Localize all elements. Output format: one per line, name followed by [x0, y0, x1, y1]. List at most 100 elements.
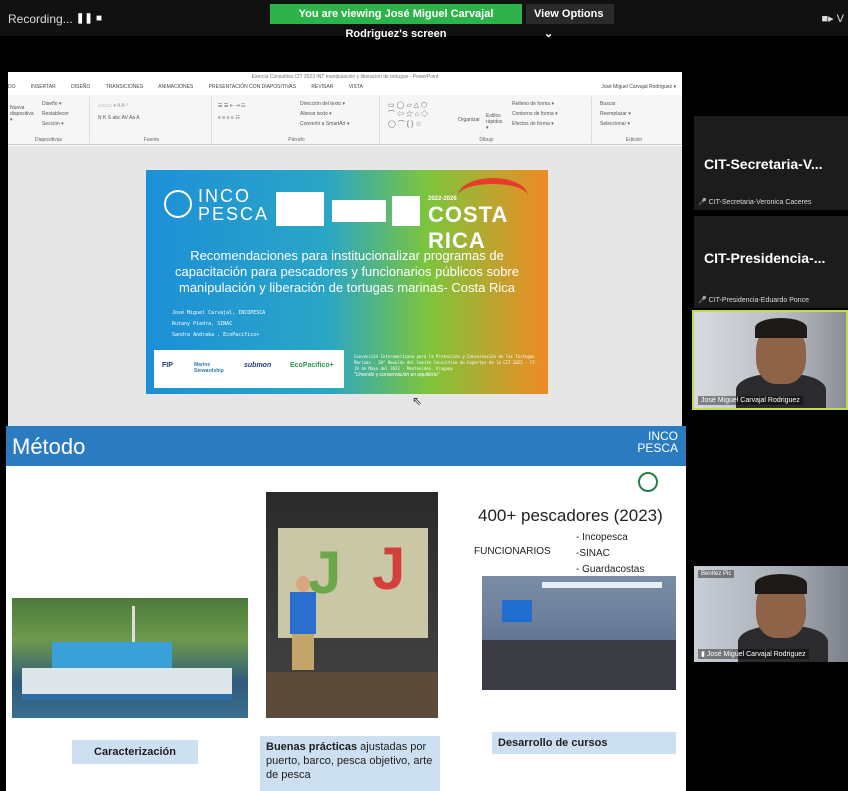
ppt-user[interactable]: José Miguel Carvajal Rodríguez ▾	[601, 84, 676, 90]
caracterizacion-label: Caracterización	[72, 740, 198, 764]
muted-mic-icon: 🎤	[698, 297, 707, 304]
slide-title: Recomendaciones para institucionalizar p…	[175, 248, 519, 295]
ribbon-tab[interactable]: TRANSICIONES	[106, 84, 144, 90]
incopesca-logo-icon	[164, 190, 192, 218]
author: José Miguel Carvajal, INCOPESCA	[172, 310, 266, 316]
ppt-ribbon: Nueva diapositiva ▾ Diseño ▾ Restablecer…	[8, 95, 682, 145]
list-item: - Incopesca	[576, 532, 628, 543]
new-slide-button[interactable]: Nueva diapositiva ▾	[10, 105, 36, 123]
label-bold: Buenas prácticas	[266, 741, 358, 753]
audience	[482, 640, 676, 690]
participant-tag: ▮ José Miguel Carvajal Rodriguez	[698, 649, 809, 659]
smartart-button[interactable]: Convertir a SmartArt ▾	[300, 121, 349, 127]
shape-outline-button[interactable]: Contorno de forma ▾	[512, 111, 558, 117]
ribbon-group-dibujo: ▭ ◯ ▱ △ ⬡ ⌒ ⇦ ☆ ⌂ ◇ ◯ ⌒ { } ☆ Organizar Es…	[382, 97, 592, 143]
ceiling-lights	[542, 582, 662, 588]
ppt-ribbon-tabs: DO INSERTAR DISEÑO TRANSICIONES ANIMACIO…	[8, 84, 682, 94]
shapes-gallery[interactable]: ▭ ◯ ▱ △ ⬡ ⌒ ⇦ ☆ ⌂ ◇ ◯ ⌒ { } ☆	[388, 101, 428, 129]
hook-icon: J	[372, 535, 406, 602]
view-options-button[interactable]: View Options ⌄	[526, 4, 614, 40]
institutions-list: - Incopesca -SINAC - Guardacostas	[576, 530, 644, 578]
incopesca-logo: INCO PESCA	[637, 430, 678, 454]
tag-text: CIT-Secretaria-Veronica Caceres	[708, 199, 812, 206]
ribbon-group-label: Fuente	[143, 137, 160, 143]
list-buttons[interactable]: ☰ ☰ ⇤ ⇥ ☷	[218, 103, 245, 109]
sponsors-strip: FIP Marine Stewardship submon EcoPacífic…	[154, 350, 344, 388]
mouse-cursor-icon: ⇖	[412, 394, 423, 408]
ribbon-tab[interactable]: VISTA	[349, 84, 363, 90]
arrange-button[interactable]: Organizar	[458, 117, 480, 123]
viewing-banner: You are viewing José Miguel Carvajal Rod…	[270, 4, 522, 40]
funcionarios-label: FUNCIONARIOS	[474, 546, 551, 557]
participant-tile[interactable]: CIT-Presidencia-... 🎤 CIT-Presidencia-Ed…	[694, 216, 848, 308]
ribbon-tab[interactable]: ANIMACIONES	[158, 84, 193, 90]
ribbon-group-parrafo: ☰ ☰ ⇤ ⇥ ☷ ≡ ≡ ≡ ≡ ☷ Dirección del texto …	[214, 97, 380, 143]
participant-video[interactable]: Benítez Pic ▮ José Miguel Carvajal Rodri…	[694, 566, 848, 662]
slide-title: Método	[12, 434, 86, 459]
sponsor-logo: FIP	[162, 362, 173, 369]
ppt-title-bar: Exercia Consultiva CIT 2023 INT manipula…	[8, 72, 682, 82]
sponsor-logo: Marine Stewardship	[194, 362, 224, 374]
find-button[interactable]: Buscar	[600, 101, 616, 107]
ribbon-tab[interactable]: INSERTAR	[31, 84, 56, 90]
list-item: -SINAC	[576, 548, 610, 559]
view-options-label: View Options	[534, 8, 604, 20]
tag-text: José Miguel Carvajal Rodriguez	[706, 651, 806, 658]
logo-text: PESCA	[198, 204, 270, 224]
ribbon-tab[interactable]: DO	[8, 84, 16, 90]
muted-mic-icon: 🎤	[698, 199, 707, 206]
ribbon-tab[interactable]: REVISAR	[311, 84, 333, 90]
ribbon-group-fuente: ▭▭▭ ▾ A A ⁰ N K S abc AV Aa A Fuente	[92, 97, 212, 143]
logo-text: PESCA	[637, 441, 678, 455]
replace-button[interactable]: Reemplazar ▾	[600, 111, 631, 117]
participant-tile[interactable]: CIT-Secretaria-V... 🎤 CIT-Secretaria-Ver…	[694, 116, 848, 210]
align-buttons[interactable]: ≡ ≡ ≡ ≡ ☷	[218, 115, 240, 121]
ribbon-group-label: Diapositivas	[35, 137, 62, 143]
event-info: Convención Interamericana para la Protec…	[354, 354, 540, 378]
text-direction-button[interactable]: Dirección del texto ▾	[300, 101, 345, 107]
boat-hull	[22, 668, 232, 700]
layout-icon[interactable]: ■▸ V	[821, 12, 844, 25]
zoom-window: Recording... ❚❚ ■ You are viewing José M…	[0, 0, 848, 791]
auditorium-photo	[482, 576, 676, 690]
quick-styles-button[interactable]: Estilos rápidos ▾	[486, 113, 506, 131]
event-text: Convención Interamericana para la Protec…	[354, 354, 538, 371]
reset-button[interactable]: Restablecer	[42, 111, 69, 117]
ribbon-group-diapositivas: Nueva diapositiva ▾ Diseño ▾ Restablecer…	[8, 97, 90, 143]
font-style-buttons[interactable]: N K S abc AV Aa A	[98, 115, 140, 121]
participant-name: CIT-Presidencia-...	[704, 250, 826, 266]
layout-button[interactable]: Diseño ▾	[42, 101, 61, 107]
stop-icon[interactable]: ■	[96, 13, 102, 24]
title-slide[interactable]: INCO PESCA 2022-2026 COSTA RICA Recomend…	[146, 170, 548, 394]
active-speaker-video[interactable]: José Miguel Carvajal Rodriguez	[692, 310, 848, 410]
shape-fill-button[interactable]: Relleno de forma ▾	[512, 101, 554, 107]
recording-label: Recording...	[8, 12, 73, 26]
participant-tag: José Miguel Carvajal Rodriguez	[698, 396, 803, 405]
minae-logo	[332, 200, 386, 222]
signal-icon: ▮	[701, 651, 705, 658]
slide-header: Método INCO PESCA	[6, 426, 686, 466]
author: Sandra Andraka , EcoPacifico+	[172, 332, 260, 338]
ribbon-group-label: Edición	[625, 137, 643, 143]
desarrollo-cursos-label: Desarrollo de cursos	[492, 732, 676, 754]
chevron-down-icon: ⌄	[544, 28, 554, 40]
ribbon-tab[interactable]: DISEÑO	[71, 84, 90, 90]
font-controls[interactable]: ▭▭▭ ▾ A A ⁰	[98, 103, 128, 109]
costa-rica-logo: COSTA RICA	[428, 202, 508, 253]
buenas-practicas-label: Buenas prácticas ajustadas por puerto, b…	[260, 736, 440, 791]
presenter	[288, 576, 318, 686]
align-text-button[interactable]: Alinear texto ▾	[300, 111, 332, 117]
method-slide[interactable]: Método INCO PESCA J J 400+ pescadores (2…	[6, 426, 686, 791]
participant-tag: 🎤 CIT-Secretaria-Veronica Caceres	[698, 198, 811, 206]
shape-effects-button[interactable]: Efectos de forma ▾	[512, 121, 554, 127]
pause-icon[interactable]: ❚❚	[76, 13, 93, 24]
video-overlay-text: Benítez Pic	[698, 570, 735, 578]
participant-name: CIT-Secretaria-V...	[704, 156, 823, 172]
ribbon-group-label: Dibujo	[479, 137, 494, 143]
auditorium-screen	[502, 600, 532, 622]
ribbon-tab[interactable]: PRESENTACIÓN CON DIAPOSITIVAS	[209, 84, 296, 90]
event-motto: "Uniendo y conservación en equilibrio"	[354, 372, 440, 378]
section-button[interactable]: Sección ▾	[42, 121, 64, 127]
select-button[interactable]: Seleccionar ▾	[600, 121, 630, 127]
authors-list: José Miguel Carvajal, INCOPESCA Rutany P…	[172, 308, 265, 341]
